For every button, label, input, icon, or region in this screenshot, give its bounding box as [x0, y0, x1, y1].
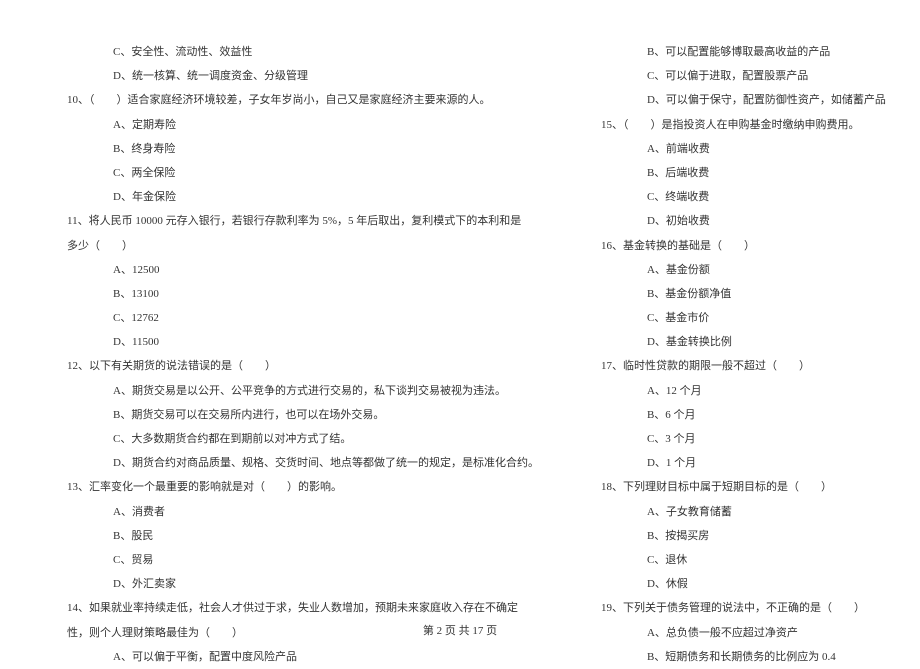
left-line: 多少（ ）	[55, 234, 539, 258]
right-line: B、短期债务和长期债务的比例应为 0.4	[589, 645, 886, 669]
right-line: C、基金市价	[589, 306, 886, 330]
left-line: 13、汇率变化一个最重要的影响就是对（ ）的影响。	[55, 475, 539, 499]
right-line: D、休假	[589, 572, 886, 596]
left-line: D、11500	[55, 330, 539, 354]
right-line: 18、下列理财目标中属于短期目标的是（ ）	[589, 475, 886, 499]
left-line: D、期货合约对商品质量、规格、交货时间、地点等都做了统一的规定，是标准化合约。	[55, 451, 539, 475]
left-line: B、期货交易可以在交易所内进行，也可以在场外交易。	[55, 403, 539, 427]
right-line: B、后端收费	[589, 161, 886, 185]
left-line: A、消费者	[55, 500, 539, 524]
left-line: D、年金保险	[55, 185, 539, 209]
right-line: 16、基金转换的基础是（ ）	[589, 234, 886, 258]
left-line: A、可以偏于平衡，配置中度风险产品	[55, 645, 539, 669]
left-line: 10、（ ）适合家庭经济环境较差，子女年岁尚小，自己又是家庭经济主要来源的人。	[55, 88, 539, 112]
right-line: 15、（ ）是指投资人在申购基金时缴纳申购费用。	[589, 113, 886, 137]
left-line: 14、如果就业率持续走低，社会人才供过于求，失业人数增加，预期未来家庭收入存在不…	[55, 596, 539, 620]
right-line: C、退休	[589, 548, 886, 572]
right-line: C、终端收费	[589, 185, 886, 209]
left-line: A、期货交易是以公开、公平竞争的方式进行交易的，私下谈判交易被视为违法。	[55, 379, 539, 403]
left-line: C、大多数期货合约都在到期前以对冲方式了结。	[55, 427, 539, 451]
right-line: A、子女教育储蓄	[589, 500, 886, 524]
right-line: C、3 个月	[589, 427, 886, 451]
left-line: A、定期寿险	[55, 113, 539, 137]
right-line: B、可以配置能够博取最高收益的产品	[589, 40, 886, 64]
left-line: B、13100	[55, 282, 539, 306]
right-column: B、可以配置能够博取最高收益的产品C、可以偏于进取，配置股票产品D、可以偏于保守…	[589, 40, 886, 669]
right-line: B、按揭买房	[589, 524, 886, 548]
right-line: A、12 个月	[589, 379, 886, 403]
right-line: B、6 个月	[589, 403, 886, 427]
left-line: C、12762	[55, 306, 539, 330]
right-line: D、可以偏于保守，配置防御性资产，如储蓄产品	[589, 88, 886, 112]
right-line: D、1 个月	[589, 451, 886, 475]
right-line: B、基金份额净值	[589, 282, 886, 306]
left-line: B、股民	[55, 524, 539, 548]
left-line: C、贸易	[55, 548, 539, 572]
left-line: D、统一核算、统一调度资金、分级管理	[55, 64, 539, 88]
right-line: 17、临时性贷款的期限一般不超过（ ）	[589, 354, 886, 378]
right-line: A、前端收费	[589, 137, 886, 161]
left-column: C、安全性、流动性、效益性D、统一核算、统一调度资金、分级管理10、（ ）适合家…	[55, 40, 539, 669]
left-line: A、12500	[55, 258, 539, 282]
right-line: C、可以偏于进取，配置股票产品	[589, 64, 886, 88]
right-line: D、基金转换比例	[589, 330, 886, 354]
left-line: 12、以下有关期货的说法错误的是（ ）	[55, 354, 539, 378]
right-line: A、基金份额	[589, 258, 886, 282]
left-line: D、外汇卖家	[55, 572, 539, 596]
left-line: C、两全保险	[55, 161, 539, 185]
left-line: B、终身寿险	[55, 137, 539, 161]
left-line: 11、将人民币 10000 元存入银行，若银行存款利率为 5%，5 年后取出，复…	[55, 209, 539, 233]
page-footer: 第 2 页 共 17 页	[0, 622, 920, 638]
left-line: C、安全性、流动性、效益性	[55, 40, 539, 64]
right-line: D、初始收费	[589, 209, 886, 233]
page-columns: C、安全性、流动性、效益性D、统一核算、统一调度资金、分级管理10、（ ）适合家…	[55, 40, 865, 669]
right-line: 19、下列关于债务管理的说法中，不正确的是（ ）	[589, 596, 886, 620]
